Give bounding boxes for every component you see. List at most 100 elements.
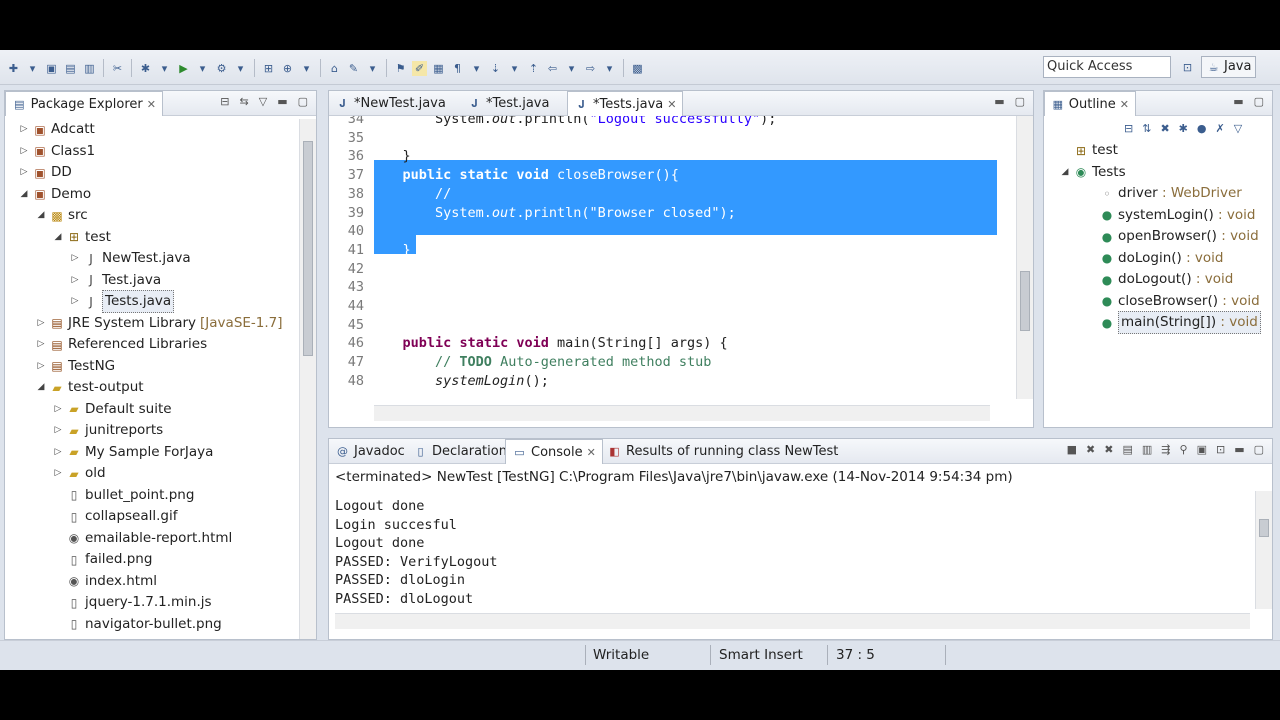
close-icon[interactable]: ✕ xyxy=(667,92,676,117)
dropdown-icon[interactable]: ▾ xyxy=(25,61,40,76)
pin-editor-icon[interactable]: ▩ xyxy=(630,61,645,76)
dropdown-icon[interactable]: ▾ xyxy=(365,61,380,76)
tab-testng-results[interactable]: ◧ Results of running class NewTest xyxy=(601,439,844,464)
new-java-project-icon[interactable]: ⊞ xyxy=(261,61,276,76)
quick-access-input[interactable]: Quick Access xyxy=(1043,56,1171,78)
tree-item[interactable]: ▷ ▤ TestNG xyxy=(36,356,116,377)
tab-test[interactable]: 𝐉 *Test.java xyxy=(461,91,555,116)
expand-icon[interactable]: ▷ xyxy=(19,141,29,162)
new-package-icon[interactable]: ⊕ xyxy=(280,61,295,76)
back-icon[interactable]: ⇦ xyxy=(545,61,560,76)
tree-item[interactable]: ▯ jquery-1.7.1.min.js xyxy=(53,592,212,613)
expand-icon[interactable]: ▷ xyxy=(53,463,63,484)
tab-outline[interactable]: ▦ Outline ✕ xyxy=(1044,91,1136,116)
remove-all-icon[interactable]: ✖ xyxy=(1104,443,1113,456)
previous-annotation-icon[interactable]: ⇡ xyxy=(526,61,541,76)
close-icon[interactable]: ✕ xyxy=(587,440,596,465)
tree-item[interactable]: ▷ J NewTest.java xyxy=(70,248,191,269)
dropdown-icon[interactable]: ▾ xyxy=(299,61,314,76)
outline-item[interactable]: ● main(String[]) : void xyxy=(1100,311,1261,334)
console-output[interactable]: Logout done Login succesful Logout done PAS… xyxy=(335,497,498,609)
collapse-all-icon[interactable]: ⊟ xyxy=(220,95,229,108)
console-horizontal-scrollbar[interactable] xyxy=(335,613,1250,629)
minimize-icon[interactable]: ▬ xyxy=(1234,443,1244,456)
print-icon[interactable]: ▥ xyxy=(82,61,97,76)
tree-item[interactable]: ▷ ▰ old xyxy=(53,463,106,484)
collapse-icon[interactable]: ◢ xyxy=(36,377,46,398)
terminate-icon[interactable]: ■ xyxy=(1067,443,1077,456)
tree-item[interactable]: ▷ ▣ Class1 xyxy=(19,141,96,162)
tab-declaration[interactable]: ▯ Declaration xyxy=(407,439,513,464)
tree-item[interactable]: ▯ collapseall.gif xyxy=(53,506,178,527)
expand-icon[interactable]: ▷ xyxy=(19,162,29,183)
expand-icon[interactable]: ▷ xyxy=(19,119,29,140)
dropdown-icon[interactable]: ▾ xyxy=(564,61,579,76)
expand-icon[interactable]: ▷ xyxy=(36,356,46,377)
view-menu-icon[interactable]: ▽ xyxy=(1234,122,1242,135)
tree-item[interactable]: ▷ ▣ DD xyxy=(19,162,72,183)
link-with-editor-icon[interactable]: ⇆ xyxy=(240,95,249,108)
next-annotation-icon[interactable]: ⇣ xyxy=(488,61,503,76)
editor-horizontal-scrollbar[interactable] xyxy=(374,405,990,421)
minimize-icon[interactable]: ▬ xyxy=(1233,95,1243,108)
tree-item[interactable]: ◢ ⊞ test xyxy=(53,227,111,248)
forward-icon[interactable]: ⇨ xyxy=(583,61,598,76)
tree-item[interactable]: ▷ ▰ junitreports xyxy=(53,420,164,441)
run-icon[interactable]: ▶ xyxy=(176,61,191,76)
minimize-icon[interactable]: ▬ xyxy=(994,95,1004,108)
java-perspective-button[interactable]: ☕ Java xyxy=(1201,56,1257,78)
scroll-thumb[interactable] xyxy=(1020,271,1030,331)
tab-console[interactable]: ▭ Console ✕ xyxy=(505,439,603,464)
tab-tests[interactable]: 𝐉 *Tests.java ✕ xyxy=(567,91,684,117)
package-explorer-scrollbar[interactable] xyxy=(299,119,316,639)
tree-item[interactable]: ▷ ▰ My Sample ForJaya xyxy=(53,442,214,463)
dropdown-icon[interactable]: ▾ xyxy=(233,61,248,76)
debug-icon[interactable]: ✱ xyxy=(138,61,153,76)
expand-icon[interactable]: ▷ xyxy=(70,270,80,291)
outline-item[interactable]: ● openBrowser() : void xyxy=(1100,226,1259,247)
display-console-icon[interactable]: ▣ xyxy=(1197,443,1207,456)
outline-item[interactable]: ◦ driver : WebDriver xyxy=(1100,183,1241,204)
expand-icon[interactable]: ▷ xyxy=(70,291,80,312)
tree-item[interactable]: ▷ J Tests.java xyxy=(70,290,175,313)
scroll-thumb[interactable] xyxy=(303,141,313,356)
close-icon[interactable]: ✕ xyxy=(1120,92,1129,117)
collapse-icon[interactable]: ◢ xyxy=(36,205,46,226)
maximize-icon[interactable]: ▢ xyxy=(1254,443,1264,456)
tree-item[interactable]: ▷ ▤ JRE System Library [JavaSE-1.7] xyxy=(36,313,283,334)
clear-console-icon[interactable]: ▤ xyxy=(1122,443,1132,456)
tree-item[interactable]: ▷ J Test.java xyxy=(70,270,162,291)
dropdown-icon[interactable]: ▾ xyxy=(469,61,484,76)
tab-javadoc[interactable]: @ Javadoc xyxy=(329,439,411,464)
outline-item[interactable]: ● systemLogin() : void xyxy=(1100,205,1256,226)
console-scrollbar[interactable] xyxy=(1255,491,1272,609)
new-icon[interactable]: ✚ xyxy=(6,61,21,76)
maximize-icon[interactable]: ▢ xyxy=(1254,95,1264,108)
expand-icon[interactable]: ▷ xyxy=(53,420,63,441)
tab-package-explorer[interactable]: ▤ Package Explorer ✕ xyxy=(5,91,163,116)
tree-item[interactable]: ◉ index.html xyxy=(53,571,157,592)
collapse-icon[interactable]: ◢ xyxy=(19,184,29,205)
tab-newtest[interactable]: 𝐉 *NewTest.java xyxy=(329,91,452,116)
dropdown-icon[interactable]: ▾ xyxy=(157,61,172,76)
word-wrap-icon[interactable]: ⇶ xyxy=(1161,443,1170,456)
tree-item[interactable]: ◉ emailable-report.html xyxy=(53,528,233,549)
collapse-icon[interactable]: ◢ xyxy=(53,227,63,248)
expand-icon[interactable]: ▷ xyxy=(53,399,63,420)
tree-item[interactable]: ◢ ▩ src xyxy=(36,205,88,226)
tree-item[interactable]: ▷ ▤ Referenced Libraries xyxy=(36,334,208,355)
dropdown-icon[interactable]: ▾ xyxy=(195,61,210,76)
code-editor[interactable]: 34 System.out.println("Logout successful… xyxy=(334,116,1014,399)
dropdown-icon[interactable]: ▾ xyxy=(507,61,522,76)
view-menu-icon[interactable]: ▽ xyxy=(259,95,267,108)
external-tools-icon[interactable]: ⚙ xyxy=(214,61,229,76)
expand-icon[interactable]: ▷ xyxy=(70,248,80,269)
close-icon[interactable]: ✕ xyxy=(147,92,156,117)
toggle-highlight-icon[interactable]: ✐ xyxy=(412,60,427,76)
maximize-icon[interactable]: ▢ xyxy=(1015,95,1025,108)
save-icon[interactable]: ▣ xyxy=(44,61,59,76)
tree-item[interactable]: ▷ ▣ Adcatt xyxy=(19,119,95,140)
dropdown-icon[interactable]: ▾ xyxy=(602,61,617,76)
hide-fields-icon[interactable]: ✖ xyxy=(1160,122,1169,135)
outline-item[interactable]: ◢ ◉ Tests xyxy=(1060,162,1126,183)
